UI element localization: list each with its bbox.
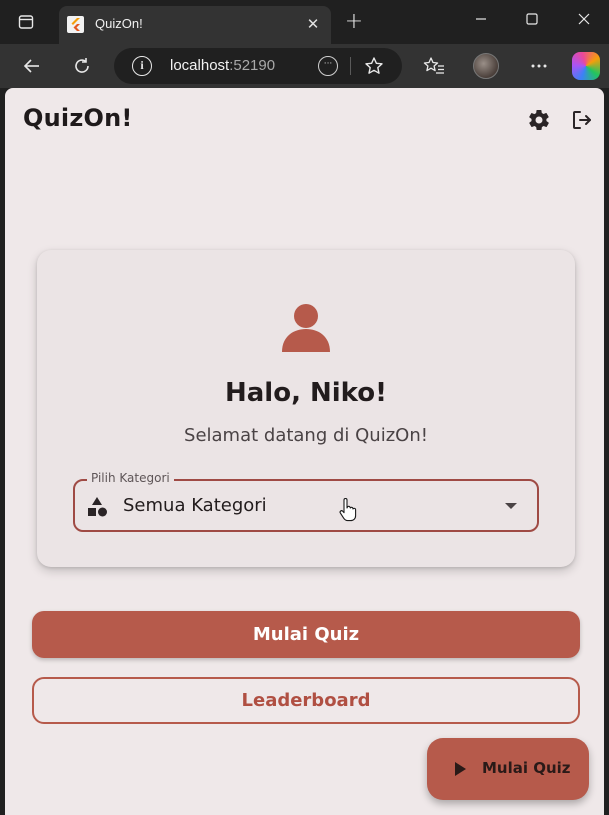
close-window-button[interactable] <box>559 0 609 38</box>
start-quiz-button[interactable]: Mulai Quiz <box>32 611 580 658</box>
browser-toolbar: i localhost:52190 ··· <box>0 44 609 88</box>
settings-button[interactable] <box>525 106 553 134</box>
back-arrow-icon[interactable] <box>18 52 46 80</box>
address-bar[interactable]: i localhost:52190 ··· <box>114 48 402 84</box>
tab-title: QuizOn! <box>95 16 143 31</box>
new-tab-button[interactable]: + <box>340 9 368 37</box>
hand-cursor-icon <box>339 498 357 522</box>
play-icon <box>455 762 466 776</box>
more-icon[interactable] <box>525 52 553 80</box>
address-url[interactable]: localhost:52190 <box>170 57 275 74</box>
tab-close-icon[interactable]: ✕ <box>303 14 323 34</box>
refresh-icon[interactable] <box>68 52 96 80</box>
flutter-icon <box>67 16 84 33</box>
copilot-icon[interactable] <box>572 52 600 80</box>
leaderboard-button[interactable]: Leaderboard <box>32 677 580 724</box>
address-host: localhost <box>170 57 230 74</box>
profile-avatar[interactable] <box>473 53 499 79</box>
favorites-icon[interactable] <box>420 52 448 80</box>
category-dropdown[interactable]: Pilih Kategori Semua Kategori <box>73 471 539 532</box>
reader-mode-icon[interactable]: ··· <box>318 56 338 76</box>
logout-icon <box>573 111 591 129</box>
fab-label: Mulai Quiz <box>482 759 571 777</box>
browser-tab-bar: QuizOn! ✕ + <box>0 0 609 44</box>
person-icon <box>282 304 330 352</box>
address-separator <box>350 57 351 75</box>
dropdown-arrow-icon[interactable] <box>505 503 517 509</box>
welcome-text: Selamat datang di QuizOn! <box>184 425 428 446</box>
app-page: QuizOn! Halo, Niko! Selamat datang di Qu… <box>5 88 604 815</box>
category-value: Semua Kategori <box>123 495 267 516</box>
category-label: Pilih Kategori <box>87 471 174 485</box>
greeting-heading: Halo, Niko! <box>225 378 387 408</box>
sidebar-toggle-icon[interactable] <box>12 8 40 36</box>
minimize-button[interactable] <box>456 0 506 38</box>
maximize-button[interactable] <box>507 0 557 38</box>
welcome-card: Halo, Niko! Selamat datang di QuizOn! Pi… <box>37 250 575 567</box>
category-shapes-icon <box>88 497 107 517</box>
browser-tab[interactable]: QuizOn! ✕ <box>59 6 331 44</box>
start-quiz-fab[interactable]: Mulai Quiz <box>427 738 589 800</box>
gear-icon <box>529 109 549 131</box>
logout-button[interactable] <box>568 106 596 134</box>
address-port: :52190 <box>229 57 276 74</box>
app-title: QuizOn! <box>23 104 133 132</box>
star-icon[interactable] <box>362 54 386 78</box>
info-icon[interactable]: i <box>132 56 152 76</box>
